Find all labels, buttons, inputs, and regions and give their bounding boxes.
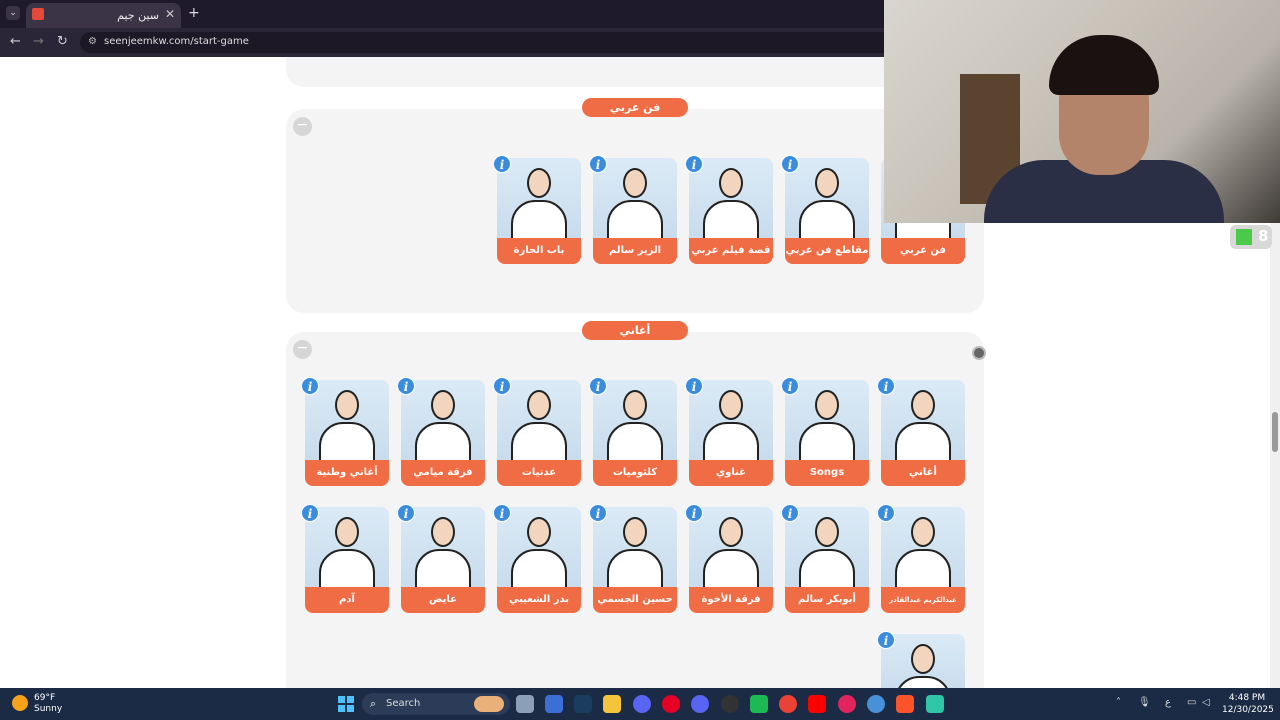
file-explorer-icon[interactable]: [603, 695, 621, 713]
search-icon: ⌕: [370, 697, 377, 710]
url-text: seenjeemkw.com/start-game: [104, 36, 249, 47]
category-card[interactable]: فرقة الأخوة: [689, 507, 773, 613]
scrollbar-thumb[interactable]: [1272, 412, 1278, 452]
counter-widget: 8: [1230, 225, 1272, 249]
network-icon[interactable]: ▭: [1187, 697, 1196, 708]
close-tab-icon[interactable]: ✕: [165, 7, 175, 21]
chrome-icon[interactable]: [779, 695, 797, 713]
windows-taskbar: 69°F Sunny ⌕ Search ˄ 🎙 ع ▭ ◁ 4:48 PM 12…: [0, 688, 1280, 720]
steam-icon[interactable]: [574, 695, 592, 713]
reload-icon[interactable]: ↻: [57, 34, 68, 49]
info-icon[interactable]: i: [589, 504, 607, 522]
youtube-icon[interactable]: [808, 695, 826, 713]
category-card[interactable]: حسين الجسمي: [593, 507, 677, 613]
info-icon[interactable]: i: [397, 377, 415, 395]
weather-temperature: 69°F: [34, 693, 56, 703]
microphone-icon[interactable]: 🎙: [1138, 697, 1151, 708]
chrome-active-icon[interactable]: [867, 695, 885, 713]
taskbar-clock[interactable]: 4:48 PM 12/30/2025: [1222, 692, 1274, 716]
category-card[interactable]: Songs: [785, 380, 869, 486]
category-card[interactable]: كلثوميات: [593, 380, 677, 486]
category-card[interactable]: عايض: [401, 507, 485, 613]
info-icon[interactable]: i: [781, 377, 799, 395]
tab-search-button[interactable]: ⌄: [6, 6, 20, 20]
weather-condition: Sunny: [34, 704, 63, 714]
category-card[interactable]: مقاطع فن عربي: [785, 158, 869, 264]
app-icon[interactable]: [750, 695, 768, 713]
info-icon[interactable]: i: [685, 504, 703, 522]
windows-start-icon[interactable]: [338, 696, 354, 712]
info-icon[interactable]: i: [877, 631, 895, 649]
search-placeholder: Search: [386, 698, 421, 709]
previous-category-panel: [286, 57, 984, 87]
webcam-overlay: [884, 0, 1280, 223]
tab-title: سين جيم: [117, 9, 159, 22]
site-favicon-icon: [32, 8, 44, 20]
category-card[interactable]: الزير سالم: [593, 158, 677, 264]
pinterest-icon[interactable]: [662, 695, 680, 713]
category-card[interactable]: بدر الشعيبي: [497, 507, 581, 613]
collapse-icon[interactable]: −: [293, 340, 312, 359]
taskbar-search[interactable]: ⌕ Search: [362, 693, 510, 715]
sun-icon: [12, 695, 28, 711]
app-icon[interactable]: [721, 695, 739, 713]
info-icon[interactable]: i: [493, 377, 511, 395]
widgets-icon[interactable]: [545, 695, 563, 713]
category-card[interactable]: غناوي: [689, 380, 773, 486]
category-card[interactable]: أبوبكر سالم: [785, 507, 869, 613]
browser-tab[interactable]: سين جيم ✕: [26, 3, 181, 28]
info-icon[interactable]: i: [589, 155, 607, 173]
discord-alt-icon[interactable]: [691, 695, 709, 713]
counter-value: 8: [1258, 227, 1269, 245]
category-card[interactable]: قصة فيلم عربي: [689, 158, 773, 264]
category-card[interactable]: أغاني وطنية: [305, 380, 389, 486]
clock-time: 4:48 PM: [1228, 693, 1266, 703]
tray-overflow-icon[interactable]: ˄: [1116, 697, 1121, 708]
app-icon[interactable]: [926, 695, 944, 713]
weather-widget[interactable]: 69°F Sunny: [12, 693, 92, 717]
collapse-icon[interactable]: −: [293, 117, 312, 136]
brave-icon[interactable]: [896, 695, 914, 713]
info-icon[interactable]: i: [301, 377, 319, 395]
category-title: فن عربي: [582, 98, 688, 117]
discord-icon[interactable]: [633, 695, 651, 713]
category-title: أغاني: [582, 321, 688, 340]
volume-icon[interactable]: ◁: [1202, 697, 1210, 708]
category-card[interactable]: عبدالكريم عبدالقادر: [881, 507, 965, 613]
extension-widget-icon[interactable]: [972, 346, 986, 360]
back-icon[interactable]: ←: [10, 34, 21, 49]
green-square-icon: [1236, 229, 1252, 245]
language-indicator[interactable]: ع: [1165, 697, 1171, 708]
address-bar[interactable]: ⚙ seenjeemkw.com/start-game: [80, 32, 960, 53]
info-icon[interactable]: i: [781, 504, 799, 522]
search-highlight-icon: [474, 696, 504, 712]
category-card[interactable]: باب الحارة: [497, 158, 581, 264]
info-icon[interactable]: i: [685, 377, 703, 395]
app-icon[interactable]: [838, 695, 856, 713]
info-icon[interactable]: i: [685, 155, 703, 173]
info-icon[interactable]: i: [493, 155, 511, 173]
forward-icon[interactable]: →: [33, 34, 44, 49]
task-view-icon[interactable]: [516, 695, 534, 713]
info-icon[interactable]: i: [493, 504, 511, 522]
category-card[interactable]: فرقة ميامي: [401, 380, 485, 486]
new-tab-button[interactable]: +: [188, 5, 200, 21]
category-card[interactable]: آدم: [305, 507, 389, 613]
info-icon[interactable]: i: [589, 377, 607, 395]
category-card[interactable]: عدنيات: [497, 380, 581, 486]
category-card[interactable]: أغاني: [881, 380, 965, 486]
site-info-icon[interactable]: ⚙: [88, 36, 97, 47]
info-icon[interactable]: i: [397, 504, 415, 522]
clock-date: 12/30/2025: [1222, 705, 1274, 715]
info-icon[interactable]: i: [301, 504, 319, 522]
info-icon[interactable]: i: [877, 377, 895, 395]
info-icon[interactable]: i: [877, 504, 895, 522]
info-icon[interactable]: i: [781, 155, 799, 173]
